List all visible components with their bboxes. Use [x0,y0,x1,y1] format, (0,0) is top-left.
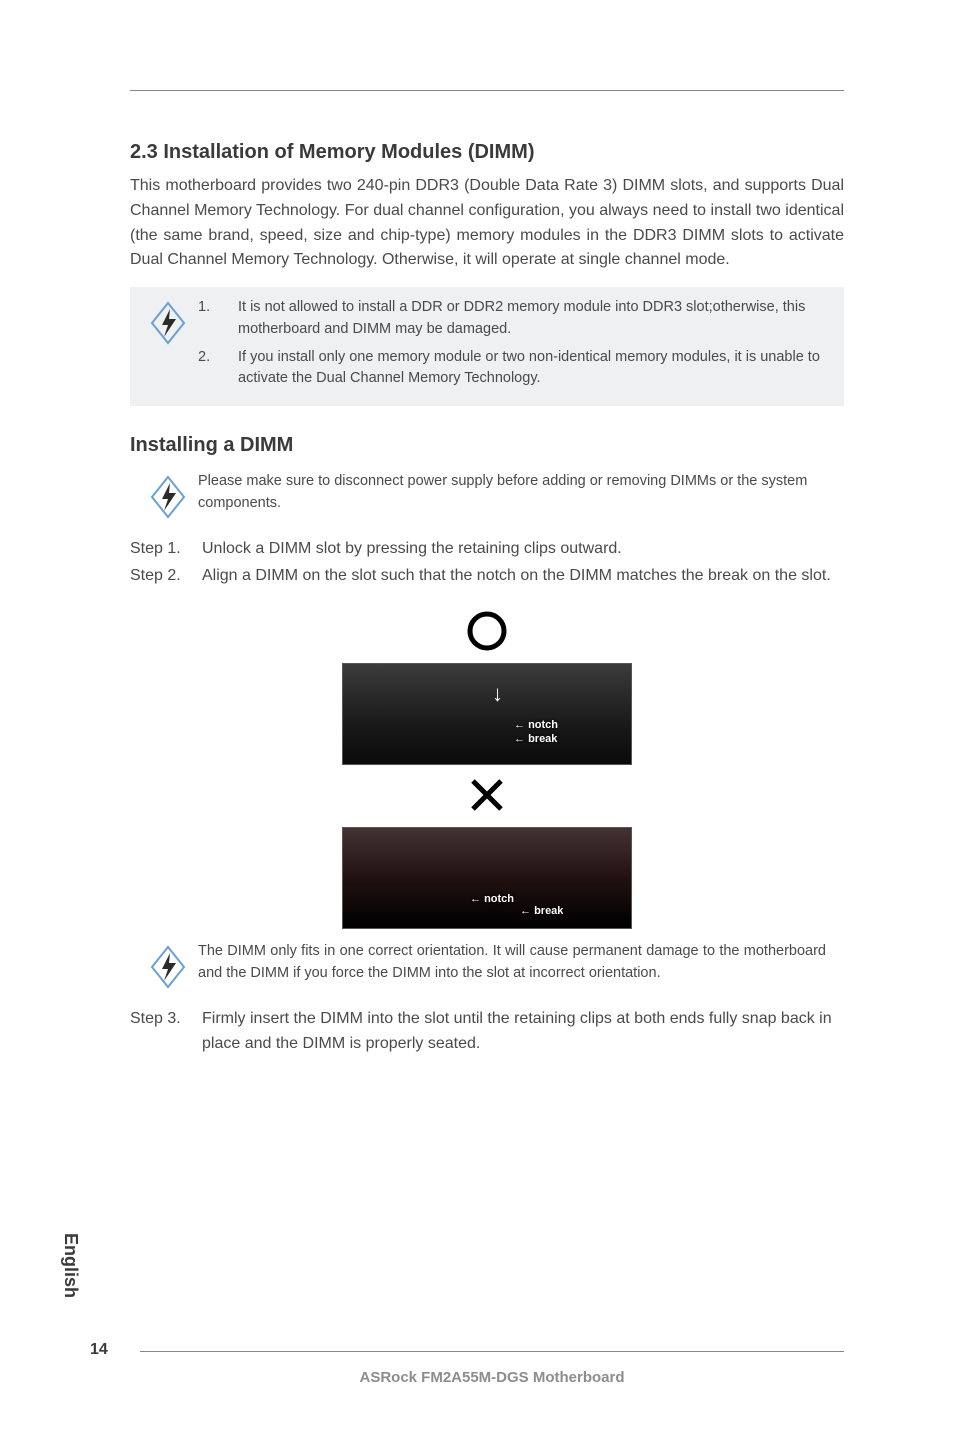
step1-label: Step 1. [130,537,202,562]
lightning-icon [138,297,198,396]
section-intro: This motherboard provides two 240-pin DD… [130,174,844,273]
footer-product: ASRock FM2A55M-DGS Motherboard [140,1369,844,1386]
dimm-incorrect-image: ← notch ← break [342,827,632,929]
language-tab: English [60,1233,81,1298]
correct-mark-icon [465,609,509,653]
note1-num-2: 2. [198,347,238,391]
lightning-icon [138,471,198,519]
label-break-1: break [528,733,557,745]
step2-label: Step 2. [130,564,202,589]
step1-text: Unlock a DIMM slot by pressing the retai… [202,537,844,562]
dimm-images: ↓ ← notch ← break ← notch ← break [130,609,844,929]
note-box-2: Please make sure to disconnect power sup… [130,467,844,523]
label-notch-2: notch [484,893,514,905]
lightning-icon [138,941,198,989]
note-box-1: 1. It is not allowed to install a DDR or… [130,287,844,406]
footer-rule [140,1351,844,1352]
step3-text: Firmly insert the DIMM into the slot unt… [202,1007,844,1057]
note1-text-1: It is not allowed to install a DDR or DD… [238,297,826,341]
install-warn: Please make sure to disconnect power sup… [198,471,826,519]
orientation-warning: The DIMM only fits in one correct orient… [198,941,826,989]
section-title: 2.3 Installation of Memory Modules (DIMM… [130,141,844,164]
page-number: 14 [90,1341,140,1359]
note1-text-2: If you install only one memory module or… [238,347,826,391]
note1-num-1: 1. [198,297,238,341]
label-break-2: break [534,905,563,917]
note-box-3: The DIMM only fits in one correct orient… [130,937,844,993]
label-notch-1: notch [528,719,558,731]
dimm-correct-image: ↓ ← notch ← break [342,663,632,765]
step3-label: Step 3. [130,1007,202,1057]
arrow-down-icon: ↓ [492,681,503,707]
install-heading: Installing a DIMM [130,434,844,457]
step2-text: Align a DIMM on the slot such that the n… [202,564,844,589]
incorrect-mark-icon [465,773,509,817]
top-rule [130,90,844,91]
